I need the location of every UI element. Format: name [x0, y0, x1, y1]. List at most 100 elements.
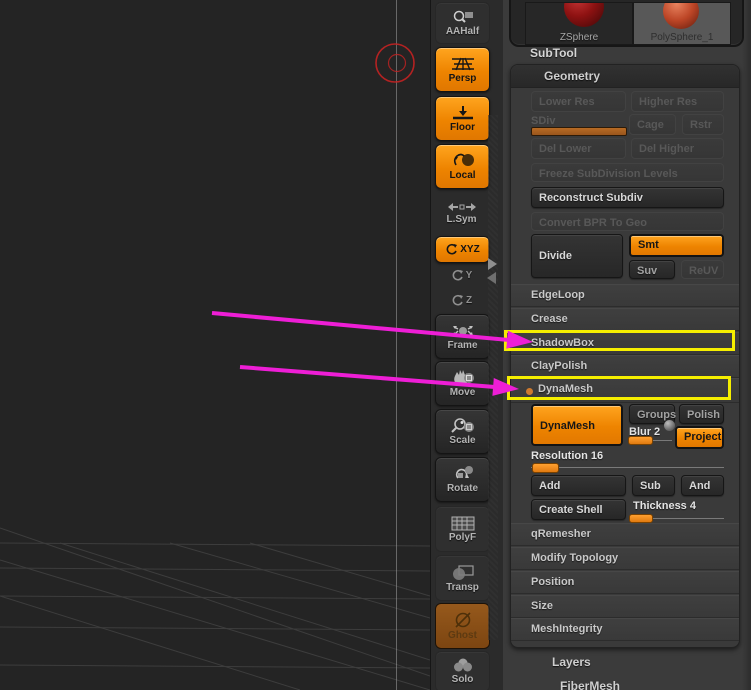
polyf-button[interactable]: PolyF [435, 506, 490, 552]
y-rotate-icon [451, 269, 464, 282]
section-position[interactable]: Position [511, 571, 739, 594]
aahalf-button[interactable]: AAHalf [435, 2, 490, 44]
sculpt-canvas[interactable] [0, 0, 430, 690]
create-shell-button[interactable]: Create Shell [531, 499, 626, 520]
persp-icon [450, 56, 476, 72]
dynamesh-highlight-rect [507, 376, 731, 400]
zsphere-preview-icon [564, 3, 604, 27]
frame-button[interactable]: Frame [435, 314, 490, 359]
section-size[interactable]: Size [511, 595, 739, 618]
solo-label: Solo [451, 674, 474, 685]
blur-knob-icon[interactable] [664, 420, 675, 431]
convert-bpr-button[interactable]: Convert BPR To Geo [531, 212, 724, 231]
shadowbox-highlight-rect [504, 330, 735, 351]
del-lower-button[interactable]: Del Lower [531, 138, 626, 159]
z-label: Z [465, 294, 473, 306]
tray-divider-handle[interactable] [488, 115, 498, 640]
persp-label: Persp [448, 72, 477, 84]
xyz-rotation-button[interactable]: XYZ [435, 236, 490, 263]
canvas-edge-line [396, 0, 397, 690]
persp-button[interactable]: Persp [435, 47, 490, 92]
brush-cursor-icon [375, 43, 415, 83]
layers-palette-header[interactable]: Layers [552, 655, 591, 669]
subtool-palette-header[interactable]: SubTool [530, 46, 577, 60]
polyf-label: PolyF [448, 531, 477, 543]
local-icon [450, 152, 476, 169]
section-qremesher[interactable]: qRemesher [511, 523, 739, 546]
floor-button[interactable]: Floor [435, 96, 490, 141]
higher-res-button[interactable]: Higher Res [631, 91, 724, 112]
sdiv-slider[interactable] [531, 127, 627, 136]
sub-button[interactable]: Sub [632, 475, 675, 496]
aahalf-icon [451, 9, 475, 25]
rstr-button[interactable]: Rstr [682, 114, 724, 135]
fibermesh-palette-header[interactable]: FiberMesh [560, 679, 620, 690]
move-label: Move [449, 387, 476, 398]
section-meshintegrity[interactable]: MeshIntegrity [511, 618, 739, 641]
lsym-button[interactable]: L.Sym [435, 198, 488, 228]
resolution-slider-track[interactable] [531, 467, 724, 468]
and-button[interactable]: And [681, 475, 724, 496]
ghost-icon [451, 611, 475, 629]
ghost-button[interactable]: Ghost [435, 603, 490, 649]
rotate-icon [450, 465, 476, 482]
floor-icon [450, 105, 476, 121]
cage-button[interactable]: Cage [629, 114, 676, 135]
solo-icon [450, 658, 476, 673]
rotate-button[interactable]: Rotate [435, 457, 490, 502]
resolution-slider-handle[interactable] [532, 463, 559, 473]
move-icon [450, 369, 476, 386]
section-claypolish[interactable]: ClayPolish [511, 355, 739, 378]
polysphere-thumb-label: PolySphere_1 [650, 32, 714, 43]
scale-label: Scale [449, 435, 476, 446]
smt-button[interactable]: Smt [629, 234, 724, 257]
local-button[interactable]: Local [435, 144, 490, 189]
tool-thumbnail-zsphere[interactable]: ZSphere [525, 2, 633, 45]
frame-icon [450, 323, 476, 339]
blur-slider-handle[interactable] [628, 436, 653, 445]
resolution-slider-label: Resolution 16 [531, 450, 604, 462]
dynamesh-button[interactable]: DynaMesh [531, 404, 623, 446]
freeze-subdivision-button[interactable]: Freeze SubDivision Levels [531, 163, 724, 182]
xyz-label: XYZ [460, 244, 480, 255]
tool-thumbnail-polysphere[interactable]: PolySphere_1 [633, 2, 731, 45]
rotate-label: Rotate [446, 483, 479, 494]
aahalf-label: AAHalf [445, 26, 480, 37]
scale-button[interactable]: Scale [435, 409, 490, 454]
transp-icon [450, 564, 476, 581]
divide-button[interactable]: Divide [531, 234, 623, 278]
suv-button[interactable]: Suv [629, 260, 675, 279]
section-edgeloop[interactable]: EdgeLoop [511, 284, 739, 307]
geometry-palette-header[interactable]: Geometry [511, 65, 739, 88]
geometry-header-label: Geometry [544, 69, 601, 83]
section-crease[interactable]: Crease [511, 308, 739, 331]
polysphere-preview-icon [663, 3, 699, 29]
reuv-button[interactable]: ReUV [681, 260, 724, 279]
ghost-label: Ghost [448, 629, 477, 641]
scale-icon [450, 417, 476, 434]
move-button[interactable]: Move [435, 361, 490, 406]
divider-collapse-right-icon[interactable] [488, 258, 497, 270]
z-rotation-button[interactable]: Z [435, 288, 488, 312]
del-higher-button[interactable]: Del Higher [631, 138, 724, 159]
project-button[interactable]: Project [675, 426, 724, 449]
thickness-slider-handle[interactable] [629, 514, 653, 523]
section-modify-topology[interactable]: Modify Topology [511, 547, 739, 570]
solo-button[interactable]: Solo [435, 651, 490, 690]
add-button[interactable]: Add [531, 475, 626, 496]
transp-label: Transp [446, 581, 479, 593]
rotate-axis-icon [445, 243, 458, 256]
reconstruct-subdiv-button[interactable]: Reconstruct Subdiv [531, 187, 724, 208]
y-rotation-button[interactable]: Y [435, 263, 488, 287]
local-label: Local [449, 170, 476, 181]
zsphere-thumb-label: ZSphere [559, 32, 599, 43]
frame-label: Frame [447, 339, 478, 351]
divider-collapse-left-icon[interactable] [487, 272, 496, 284]
lsym-icon [447, 202, 477, 213]
polish-button[interactable]: Polish [679, 404, 724, 424]
sdiv-slider-label: SDiv [531, 115, 556, 127]
zbrush-window: AAHalf Persp Floor Local L.Sym XYZ Y Z F… [0, 0, 751, 690]
transp-button[interactable]: Transp [435, 555, 490, 601]
thickness-slider-label: Thickness 4 [633, 500, 696, 512]
lower-res-button[interactable]: Lower Res [531, 91, 626, 112]
